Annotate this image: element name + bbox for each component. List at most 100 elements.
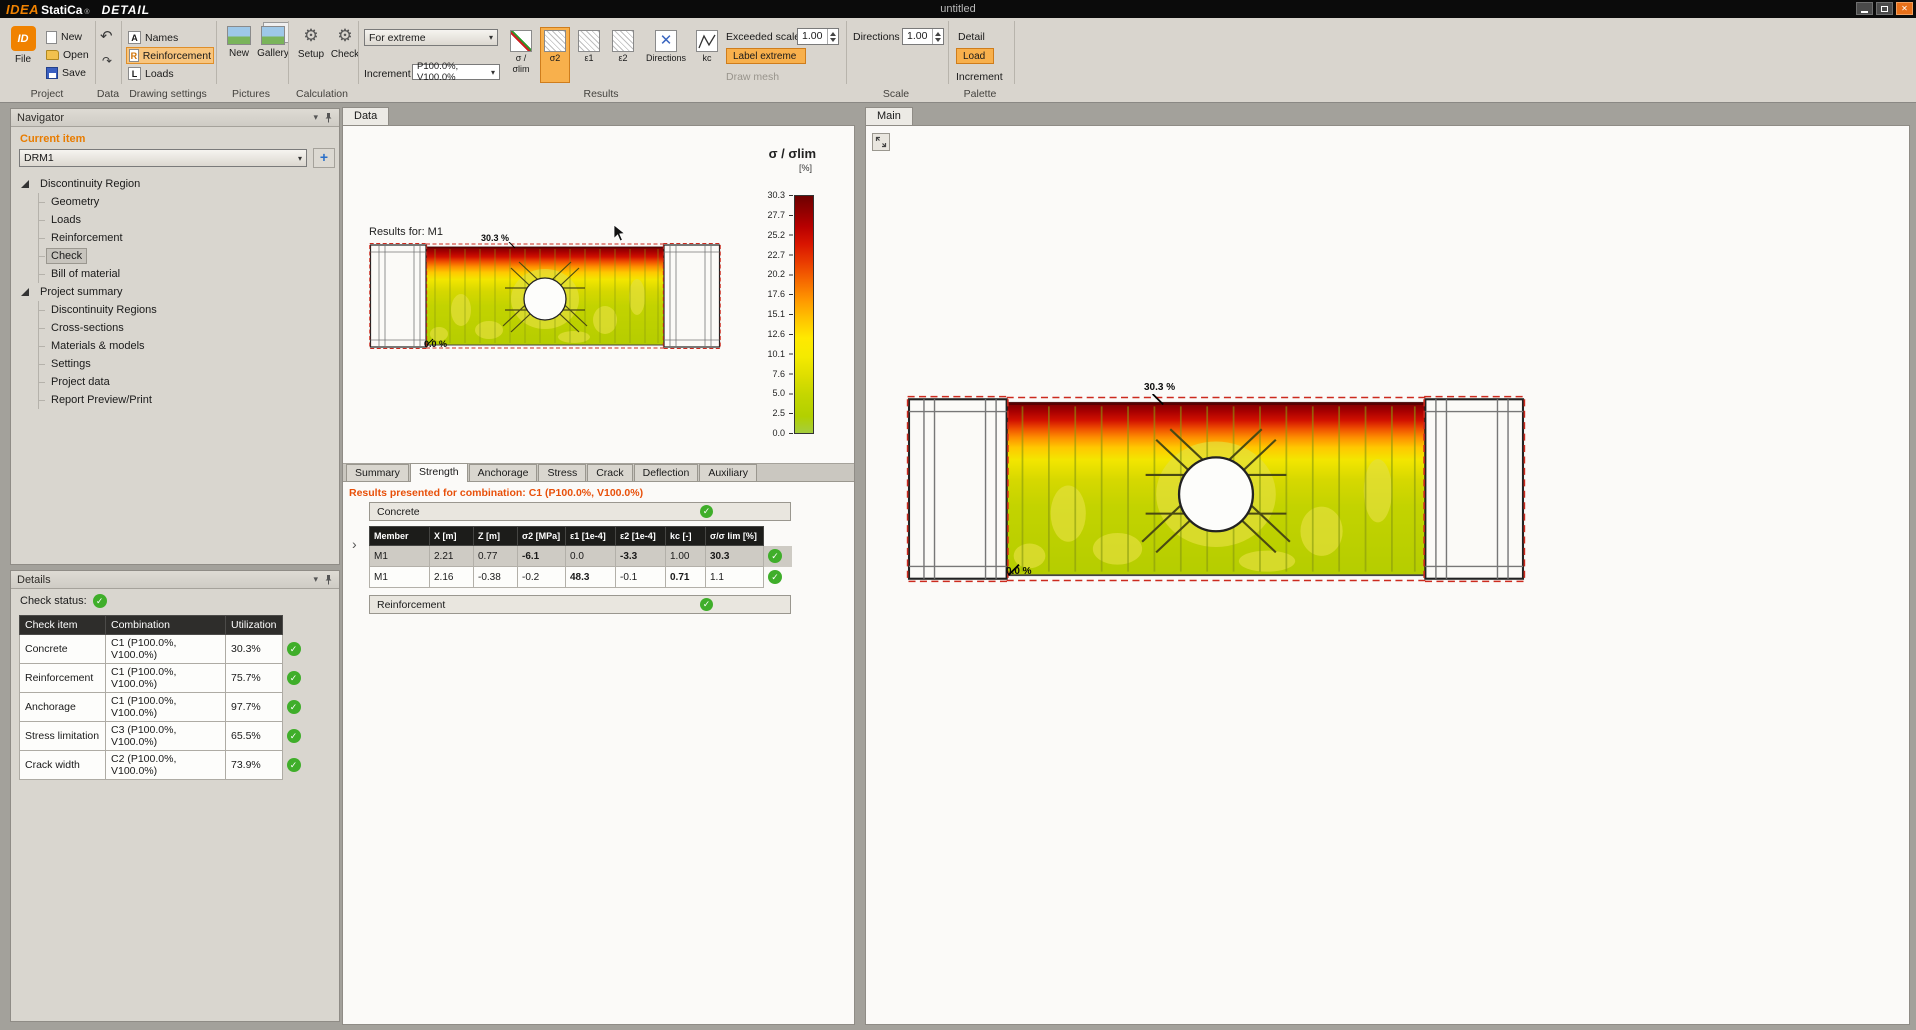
tab-crack[interactable]: Crack: [587, 464, 632, 481]
ribbon: ID File New Open Save ↶ ↷ A Names R Rein…: [0, 18, 1916, 103]
eps2-button[interactable]: ε2: [608, 27, 638, 83]
setup-button[interactable]: ⚙ Setup: [294, 26, 328, 82]
status-ok-icon: ✓: [287, 700, 301, 714]
minimize-button[interactable]: [1856, 2, 1873, 15]
chevron-down-icon: ▾: [489, 33, 493, 42]
chevron-down-icon[interactable]: ▾: [313, 574, 318, 585]
tree-item-materials-models[interactable]: Materials & models: [11, 337, 337, 355]
table-row[interactable]: Stress limitation C3 (P100.0%, V100.0%) …: [20, 722, 307, 751]
pin-icon[interactable]: [324, 574, 333, 585]
spinner-buttons[interactable]: [827, 29, 838, 44]
tab-anchorage[interactable]: Anchorage: [469, 464, 538, 481]
stress-contour-plot[interactable]: [369, 242, 721, 350]
status-ok-icon: ✓: [700, 598, 713, 611]
eps1-button[interactable]: ε1: [574, 27, 604, 83]
tree-item-loads[interactable]: Loads: [11, 211, 337, 229]
minimize-icon: [1861, 11, 1868, 13]
tab-data[interactable]: Data: [342, 107, 389, 125]
tree-item-reinforcement[interactable]: Reinforcement: [11, 229, 337, 247]
check-button[interactable]: ⚙ Check: [328, 26, 362, 82]
spin-down-icon: [830, 38, 836, 45]
directions-button[interactable]: ✕ Directions: [642, 27, 690, 83]
fit-view-button[interactable]: [872, 133, 890, 151]
label-extreme-toggle[interactable]: Label extreme: [726, 48, 806, 64]
expander-icon[interactable]: [21, 180, 29, 188]
stress-contour-plot[interactable]: [906, 394, 1526, 584]
tab-main[interactable]: Main: [865, 107, 913, 125]
tab-deflection[interactable]: Deflection: [634, 464, 699, 481]
palette-increment-option[interactable]: Increment: [956, 71, 1003, 83]
legend-tick: 25.2: [751, 230, 785, 240]
main-panel-content: 30.3 % 0.0 %: [865, 125, 1910, 1025]
palette-load-option[interactable]: Load: [956, 48, 994, 64]
pin-icon[interactable]: [324, 112, 333, 123]
tree-item-settings[interactable]: Settings: [11, 355, 337, 373]
ribbon-separator: [216, 21, 217, 84]
tree-item-project-summary[interactable]: Project summary: [11, 283, 337, 301]
table-row[interactable]: Crack width C2 (P100.0%, V100.0%) 73.9% …: [20, 751, 307, 780]
increment-label: Increment: [364, 68, 411, 80]
details-header[interactable]: Details ▾: [11, 571, 339, 589]
table-row[interactable]: Anchorage C1 (P100.0%, V100.0%) 97.7% ✓: [20, 693, 307, 722]
group-label-results: Results: [583, 88, 618, 100]
chevron-down-icon[interactable]: ▾: [313, 112, 318, 123]
maximize-button[interactable]: [1876, 2, 1893, 15]
gallery-button[interactable]: Gallery: [256, 26, 290, 82]
tree-item-check[interactable]: Check: [11, 247, 337, 265]
tree-item-geometry[interactable]: Geometry: [11, 193, 337, 211]
legend-tick: 20.2: [751, 269, 785, 279]
tree-item-discontinuity-regions[interactable]: Discontinuity Regions: [11, 301, 337, 319]
increment-select[interactable]: P100.0%, V100.0% ▾: [412, 64, 500, 80]
draw-mesh-toggle[interactable]: Draw mesh: [726, 71, 779, 83]
tab-strength[interactable]: Strength: [410, 463, 468, 482]
file-button[interactable]: ID File: [6, 26, 40, 82]
table-row[interactable]: Reinforcement C1 (P100.0%, V100.0%) 75.7…: [20, 664, 307, 693]
palette-detail-option[interactable]: Detail: [958, 31, 985, 43]
redo-button[interactable]: ↷: [102, 54, 112, 68]
table-row[interactable]: Concrete C1 (P100.0%, V100.0%) 30.3% ✓: [20, 635, 307, 664]
loads-toggle[interactable]: L Loads: [126, 65, 214, 82]
open-button[interactable]: Open: [44, 47, 91, 63]
save-button[interactable]: Save: [44, 65, 88, 81]
stress-plot-large[interactable]: 30.3 % 0.0 %: [906, 394, 1526, 584]
tab-summary[interactable]: Summary: [346, 464, 409, 481]
stress-plot-small[interactable]: 30.3 % 0.0 %: [369, 242, 721, 350]
spinner-buttons[interactable]: [932, 29, 943, 44]
tab-auxiliary[interactable]: Auxiliary: [699, 464, 757, 481]
row-expander-icon[interactable]: ›: [352, 536, 357, 552]
add-item-button[interactable]: +: [313, 148, 335, 168]
tree-item-project-data[interactable]: Project data: [11, 373, 337, 391]
sigma-over-sigmalim-button[interactable]: σ / σlim: [506, 27, 536, 83]
extreme-mode-select[interactable]: For extreme ▾: [364, 29, 498, 46]
kc-button[interactable]: kc: [692, 27, 722, 83]
scale-directions-input[interactable]: 1.00: [902, 28, 944, 45]
table-row[interactable]: M1 2.21 0.77 -6.1 0.0 -3.3 1.00 30.3 ✓: [370, 546, 792, 567]
maximize-icon: [1881, 6, 1888, 12]
reinforcement-section-header[interactable]: Reinforcement ✓: [369, 595, 791, 614]
tree-item-cross-sections[interactable]: Cross-sections: [11, 319, 337, 337]
sigma2-button[interactable]: σ2: [540, 27, 570, 83]
sigma-ratio-icon: [510, 30, 532, 52]
ribbon-separator: [121, 21, 122, 84]
tree-item-report-preview-print[interactable]: Report Preview/Print: [11, 391, 337, 409]
tree-item-discontinuity-region[interactable]: Discontinuity Region: [11, 175, 337, 193]
expander-icon[interactable]: [21, 288, 29, 296]
picture-icon: [227, 26, 251, 45]
legend-tick: 17.6: [751, 289, 785, 299]
exceeded-scale-input[interactable]: 1.00: [797, 28, 839, 45]
new-button[interactable]: New: [44, 29, 84, 45]
navigator-header[interactable]: Navigator ▾: [11, 109, 339, 127]
legend-tick: 7.6: [751, 369, 785, 379]
data-tabstrip: Data: [342, 107, 855, 125]
group-label-palette: Palette: [964, 88, 997, 100]
current-item-select[interactable]: DRM1 ▾: [19, 149, 307, 167]
tree-item-bill-of-material[interactable]: Bill of material: [11, 265, 337, 283]
tab-stress[interactable]: Stress: [538, 464, 586, 481]
picture-new-button[interactable]: New: [222, 26, 256, 82]
close-button[interactable]: ✕: [1896, 2, 1913, 15]
concrete-section-header[interactable]: Concrete ✓: [369, 502, 791, 521]
undo-button[interactable]: ↶: [100, 30, 113, 44]
names-toggle[interactable]: A Names: [126, 29, 214, 46]
reinforcement-toggle[interactable]: R Reinforcement: [126, 47, 214, 64]
table-row[interactable]: M1 2.16 -0.38 -0.2 48.3 -0.1 0.71 1.1 ✓: [370, 567, 792, 588]
